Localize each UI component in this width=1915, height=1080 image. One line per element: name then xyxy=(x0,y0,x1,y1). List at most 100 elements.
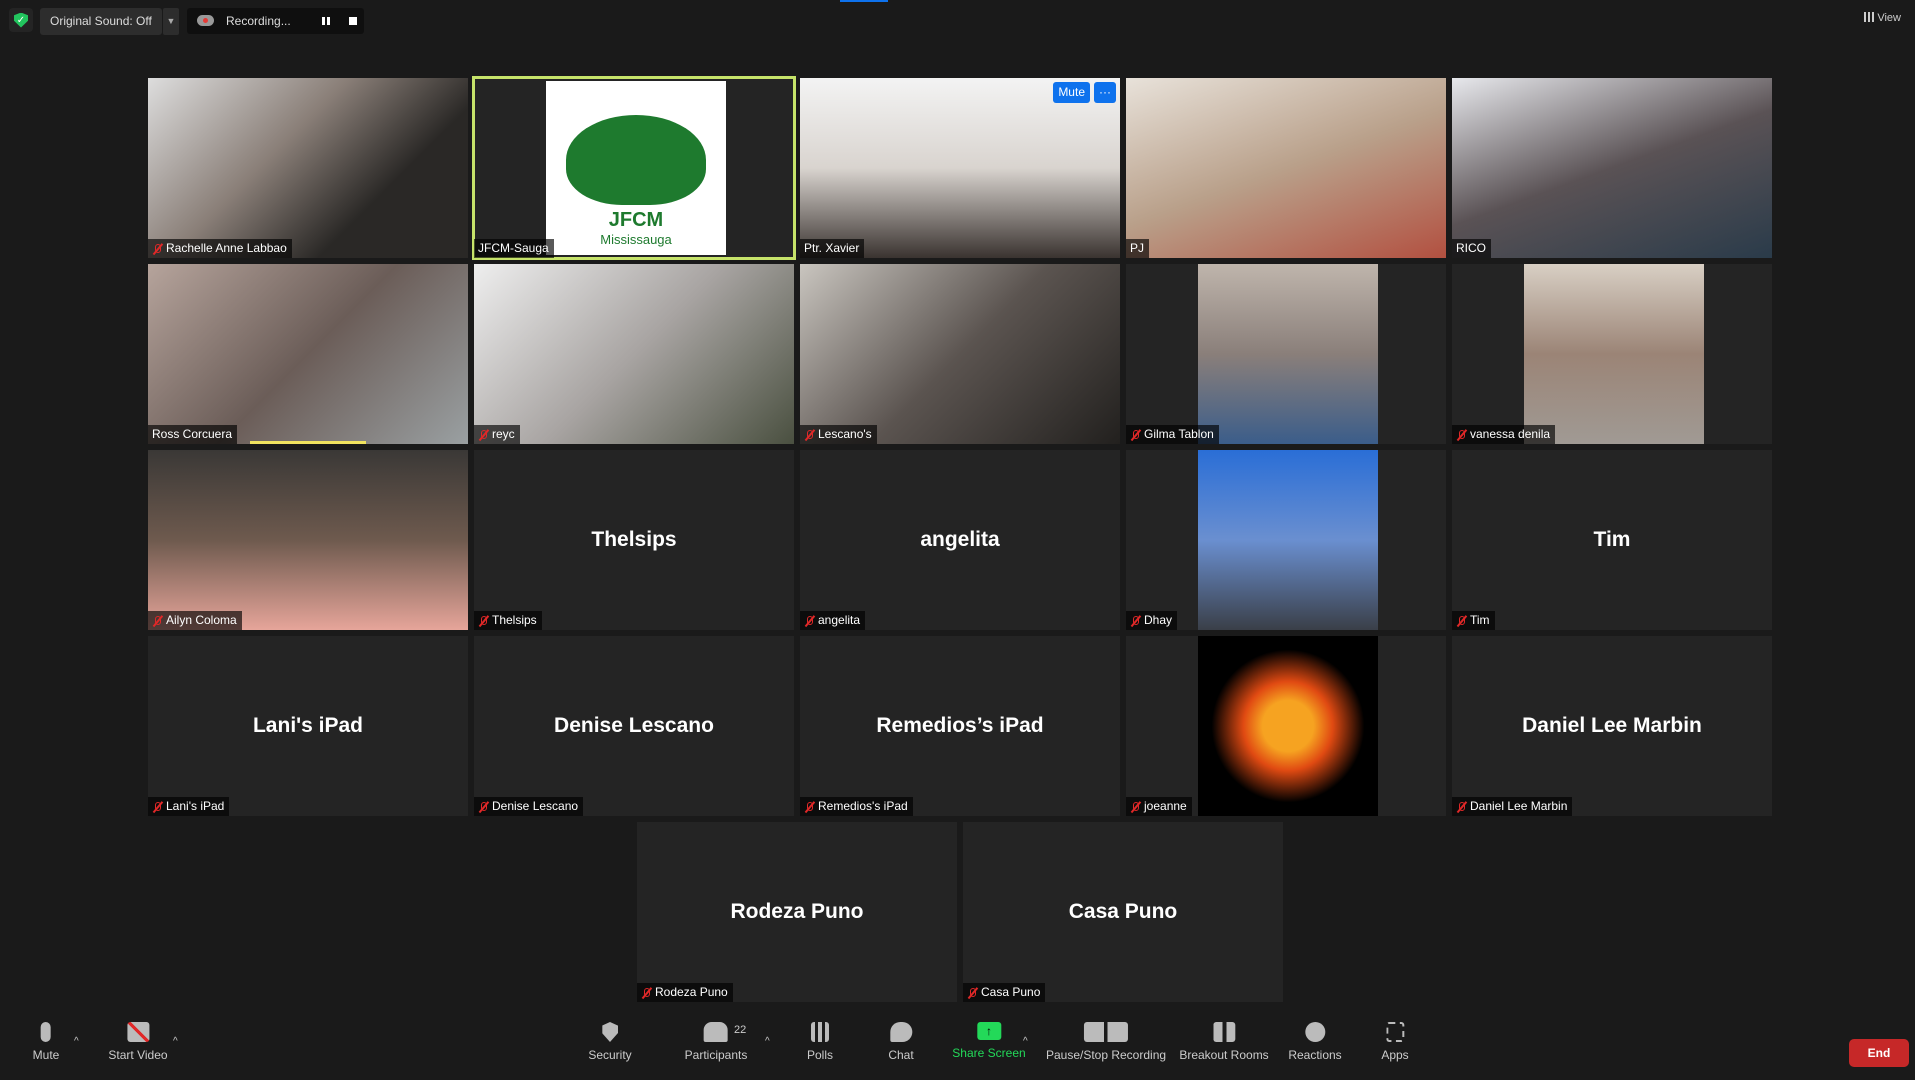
participant-video xyxy=(1452,78,1772,258)
participant-tile[interactable]: joeanne xyxy=(1126,636,1446,816)
end-meeting-button[interactable]: End xyxy=(1849,1039,1909,1067)
pause-stop-recording-button[interactable]: Pause/Stop Recording xyxy=(1046,1022,1166,1062)
participant-video xyxy=(1198,450,1378,630)
muted-mic-icon xyxy=(478,801,489,813)
microphone-icon xyxy=(41,1022,51,1042)
participant-name-label: Rodeza Puno xyxy=(637,983,733,1002)
participants-button[interactable]: 22 Participants xyxy=(685,1022,747,1062)
participant-video xyxy=(474,264,794,444)
participant-video xyxy=(800,78,1120,258)
stop-recording-button[interactable] xyxy=(349,17,357,25)
participant-tile[interactable]: Ross Corcuera xyxy=(148,264,468,444)
participant-name-label: Dhay xyxy=(1126,611,1178,630)
participant-tile[interactable]: Rodeza Puno Rodeza Puno xyxy=(637,822,957,1002)
audio-options-caret[interactable]: ^ xyxy=(74,1036,79,1047)
muted-mic-icon xyxy=(1456,429,1467,441)
more-options-button[interactable]: ··· xyxy=(1094,82,1116,103)
participants-caret[interactable]: ^ xyxy=(765,1036,770,1047)
video-options-caret[interactable]: ^ xyxy=(173,1036,178,1047)
active-indicator xyxy=(840,0,888,2)
original-sound-button[interactable]: Original Sound: Off xyxy=(40,8,162,35)
breakout-rooms-icon xyxy=(1213,1022,1235,1042)
grid-icon xyxy=(1864,12,1875,22)
participant-name-label: angelita xyxy=(800,611,866,630)
participant-tile[interactable]: Daniel Lee Marbin Daniel Lee Marbin xyxy=(1452,636,1772,816)
participant-tile[interactable]: Gilma Tablon xyxy=(1126,264,1446,444)
pause-recording-button[interactable] xyxy=(322,17,330,25)
participant-tile[interactable]: Mute ··· Ptr. Xavier xyxy=(800,78,1120,258)
participant-name-label: joeanne xyxy=(1126,797,1192,816)
participant-video xyxy=(1126,78,1446,258)
participant-tile[interactable]: angelita angelita xyxy=(800,450,1120,630)
original-sound-dropdown[interactable]: ▼ xyxy=(163,8,179,35)
participant-tile[interactable]: PJ xyxy=(1126,78,1446,258)
participant-name-label: Remedios's iPad xyxy=(800,797,913,816)
participant-name-label: Tim xyxy=(1452,611,1495,630)
chat-button[interactable]: Chat xyxy=(888,1022,914,1062)
participant-tile[interactable]: Casa Puno Casa Puno xyxy=(963,822,1283,1002)
participant-tile[interactable]: Thelsips Thelsips xyxy=(474,450,794,630)
share-screen-button[interactable]: ↑ Share Screen xyxy=(952,1022,1026,1060)
participant-display-name: Casa Puno xyxy=(1068,900,1178,923)
participant-tile[interactable]: Remedios’s iPad Remedios's iPad xyxy=(800,636,1120,816)
share-options-caret[interactable]: ^ xyxy=(1023,1036,1028,1047)
start-video-button[interactable]: Start Video xyxy=(108,1022,168,1062)
participant-tile[interactable]: vanessa denila xyxy=(1452,264,1772,444)
muted-mic-icon xyxy=(1130,429,1141,441)
participant-display-name: Remedios’s iPad xyxy=(876,714,1044,737)
participant-display-name: Tim xyxy=(1593,528,1631,551)
participant-name-label: RICO xyxy=(1452,239,1491,258)
participant-tile[interactable]: Ailyn Coloma xyxy=(148,450,468,630)
security-button[interactable]: Security xyxy=(588,1022,632,1062)
muted-mic-icon xyxy=(1130,615,1141,627)
participant-count: 22 xyxy=(733,1024,747,1036)
mute-button[interactable]: Mute xyxy=(33,1022,59,1062)
participants-icon: 22 xyxy=(703,1022,746,1042)
participant-name-label: reyc xyxy=(474,425,520,444)
pause-stop-icon xyxy=(1083,1022,1128,1042)
participant-tile[interactable]: Denise Lescano Denise Lescano xyxy=(474,636,794,816)
shield-icon xyxy=(601,1022,618,1042)
participant-tile[interactable]: Lescano's xyxy=(800,264,1120,444)
breakout-rooms-button[interactable]: Breakout Rooms xyxy=(1179,1022,1269,1062)
muted-mic-icon xyxy=(967,987,978,999)
polls-button[interactable]: Polls xyxy=(807,1022,833,1062)
participant-display-name: Denise Lescano xyxy=(554,714,714,737)
participant-tile[interactable]: RICO xyxy=(1452,78,1772,258)
apps-button[interactable]: Apps xyxy=(1381,1022,1409,1062)
speaking-indicator xyxy=(250,441,366,444)
participant-name-label: PJ xyxy=(1126,239,1150,258)
muted-mic-icon xyxy=(804,801,815,813)
meeting-toolbar: Mute ^ Start Video ^ Security 22 Particip… xyxy=(0,1010,1915,1080)
participant-video xyxy=(148,450,468,630)
participant-display-name: Daniel Lee Marbin xyxy=(1522,714,1702,737)
participant-name-label: Ptr. Xavier xyxy=(800,239,865,258)
participant-tile[interactable]: Tim Tim xyxy=(1452,450,1772,630)
participant-tile[interactable]: Rachelle Anne Labbao xyxy=(148,78,468,258)
participant-name-label: vanessa denila xyxy=(1452,425,1556,444)
participant-video xyxy=(1198,636,1378,816)
muted-mic-icon xyxy=(1456,615,1467,627)
share-screen-icon: ↑ xyxy=(976,1022,1001,1040)
participant-name-label: Rachelle Anne Labbao xyxy=(148,239,292,258)
participant-display-name: Thelsips xyxy=(591,528,677,551)
reactions-button[interactable]: Reactions xyxy=(1288,1022,1342,1062)
security-shield-icon[interactable]: ✓ xyxy=(9,8,33,32)
participant-tile[interactable]: Lani's iPad Lani's iPad xyxy=(148,636,468,816)
participant-tile[interactable]: reyc xyxy=(474,264,794,444)
participant-name-label: Ross Corcuera xyxy=(148,425,238,444)
top-bar: ✓ Original Sound: Off ▼ Recording... Vie… xyxy=(0,0,1915,40)
participant-video xyxy=(800,264,1120,444)
mute-participant-button[interactable]: Mute xyxy=(1053,82,1090,103)
participant-tile[interactable]: Dhay xyxy=(1126,450,1446,630)
view-button[interactable]: View xyxy=(1864,12,1901,24)
recording-label: Recording... xyxy=(226,14,291,28)
participant-display-name: Rodeza Puno xyxy=(730,900,864,923)
participant-display-name: Lani's iPad xyxy=(252,714,364,737)
apps-icon xyxy=(1385,1022,1404,1042)
participant-video xyxy=(148,264,468,444)
participant-video xyxy=(1524,264,1704,444)
participant-name-label: Lescano's xyxy=(800,425,877,444)
tree-icon xyxy=(566,115,706,205)
participant-tile[interactable]: JFCM Mississauga JFCM-Sauga xyxy=(472,76,796,260)
